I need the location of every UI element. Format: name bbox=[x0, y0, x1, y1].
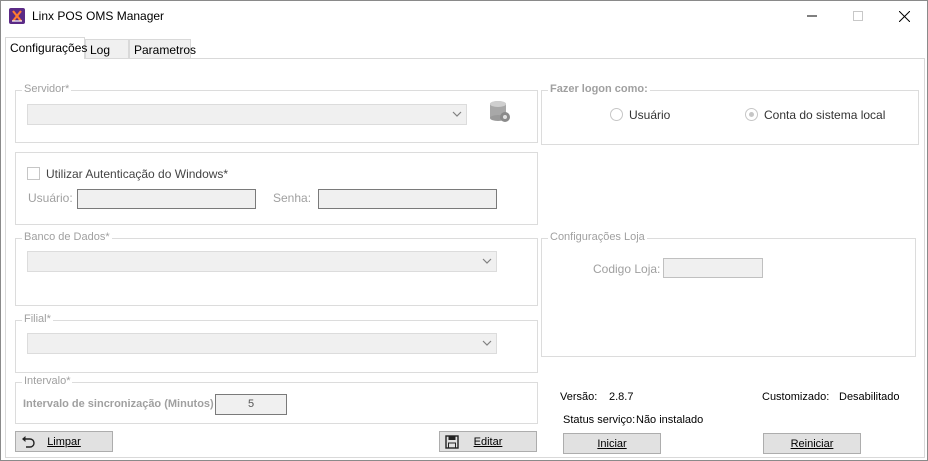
intervalo-input[interactable]: 5 bbox=[215, 394, 287, 415]
logon-conta-radio[interactable] bbox=[745, 108, 758, 121]
tab-log[interactable]: Log bbox=[85, 39, 129, 59]
filial-legend: Filial* bbox=[22, 313, 53, 325]
tab-configuracoes[interactable]: Configurações bbox=[5, 37, 87, 59]
servidor-select[interactable] bbox=[27, 104, 467, 125]
banco-select[interactable] bbox=[27, 251, 497, 272]
chevron-down-icon bbox=[481, 337, 493, 352]
codigo-loja-label: Codigo Loja: bbox=[593, 262, 661, 276]
minimize-button[interactable] bbox=[789, 1, 835, 31]
database-settings-icon[interactable] bbox=[488, 99, 512, 125]
loja-group: Configurações Loja Codigo Loja: bbox=[541, 231, 916, 357]
senha-label: Senha: bbox=[273, 191, 312, 205]
loja-legend: Configurações Loja bbox=[548, 231, 647, 243]
editar-button[interactable]: Editar bbox=[439, 431, 537, 452]
filial-select[interactable] bbox=[27, 333, 497, 354]
save-icon bbox=[445, 435, 459, 452]
window-title: Linx POS OMS Manager bbox=[32, 9, 165, 23]
intervalo-label: Intervalo de sincronização (Minutos) bbox=[23, 398, 214, 410]
logon-usuario-label[interactable]: Usuário bbox=[629, 108, 670, 122]
limpar-label: Limpar bbox=[47, 435, 81, 448]
versao-label: Versão: bbox=[560, 391, 598, 403]
iniciar-button[interactable]: Iniciar bbox=[563, 433, 661, 454]
tab-strip: Configurações Log Parametros bbox=[5, 37, 925, 59]
logon-conta-label[interactable]: Conta do sistema local bbox=[764, 108, 885, 122]
servidor-legend: Servidor* bbox=[22, 83, 72, 95]
editar-label: Editar bbox=[473, 435, 503, 448]
intervalo-group: Intervalo* Intervalo de sincronização (M… bbox=[15, 375, 538, 424]
versao-value: 2.8.7 bbox=[609, 391, 634, 403]
iniciar-label: Iniciar bbox=[597, 437, 627, 450]
usuario-label: Usuário: bbox=[28, 191, 73, 205]
servidor-group: Servidor* bbox=[15, 83, 538, 143]
senha-input[interactable] bbox=[318, 189, 497, 209]
limpar-button[interactable]: Limpar bbox=[15, 431, 113, 452]
customizado-value: Desabilitado bbox=[839, 391, 900, 403]
title-bar: Linx POS OMS Manager bbox=[1, 1, 927, 32]
logon-usuario-radio[interactable] bbox=[610, 108, 623, 121]
usuario-input[interactable] bbox=[77, 189, 256, 209]
customizado-label: Customizado: bbox=[762, 391, 830, 403]
reiniciar-button[interactable]: Reiniciar bbox=[763, 433, 861, 454]
filial-group: Filial* bbox=[15, 313, 538, 373]
codigo-loja-input[interactable] bbox=[663, 258, 763, 278]
tab-parametros[interactable]: Parametros bbox=[129, 39, 196, 59]
banco-group: Banco de Dados* bbox=[15, 231, 538, 306]
banco-legend: Banco de Dados* bbox=[22, 231, 112, 243]
reiniciar-label: Reiniciar bbox=[790, 437, 834, 450]
logon-legend: Fazer logon como: bbox=[548, 83, 650, 95]
logon-group: Fazer logon como: Usuário Conta do siste… bbox=[541, 83, 919, 145]
undo-icon bbox=[21, 435, 35, 452]
intervalo-legend: Intervalo* bbox=[22, 375, 73, 387]
app-logo-icon bbox=[9, 8, 25, 24]
auth-group: Utilizar Autenticação do Windows* Usuári… bbox=[15, 152, 538, 225]
app-window: Linx POS OMS Manager Configurações Log P… bbox=[0, 0, 928, 461]
windows-auth-label[interactable]: Utilizar Autenticação do Windows* bbox=[46, 167, 228, 181]
close-button[interactable] bbox=[881, 1, 927, 31]
maximize-button[interactable] bbox=[835, 1, 881, 31]
windows-auth-checkbox[interactable] bbox=[27, 167, 40, 180]
chevron-down-icon bbox=[451, 108, 463, 123]
status-servico-value: Não instalado bbox=[636, 414, 704, 426]
chevron-down-icon bbox=[481, 255, 493, 270]
status-servico-label: Status serviço: bbox=[563, 414, 636, 426]
tab-page-configuracoes: Servidor* Utilizar Autenticação do Windo… bbox=[5, 58, 925, 458]
